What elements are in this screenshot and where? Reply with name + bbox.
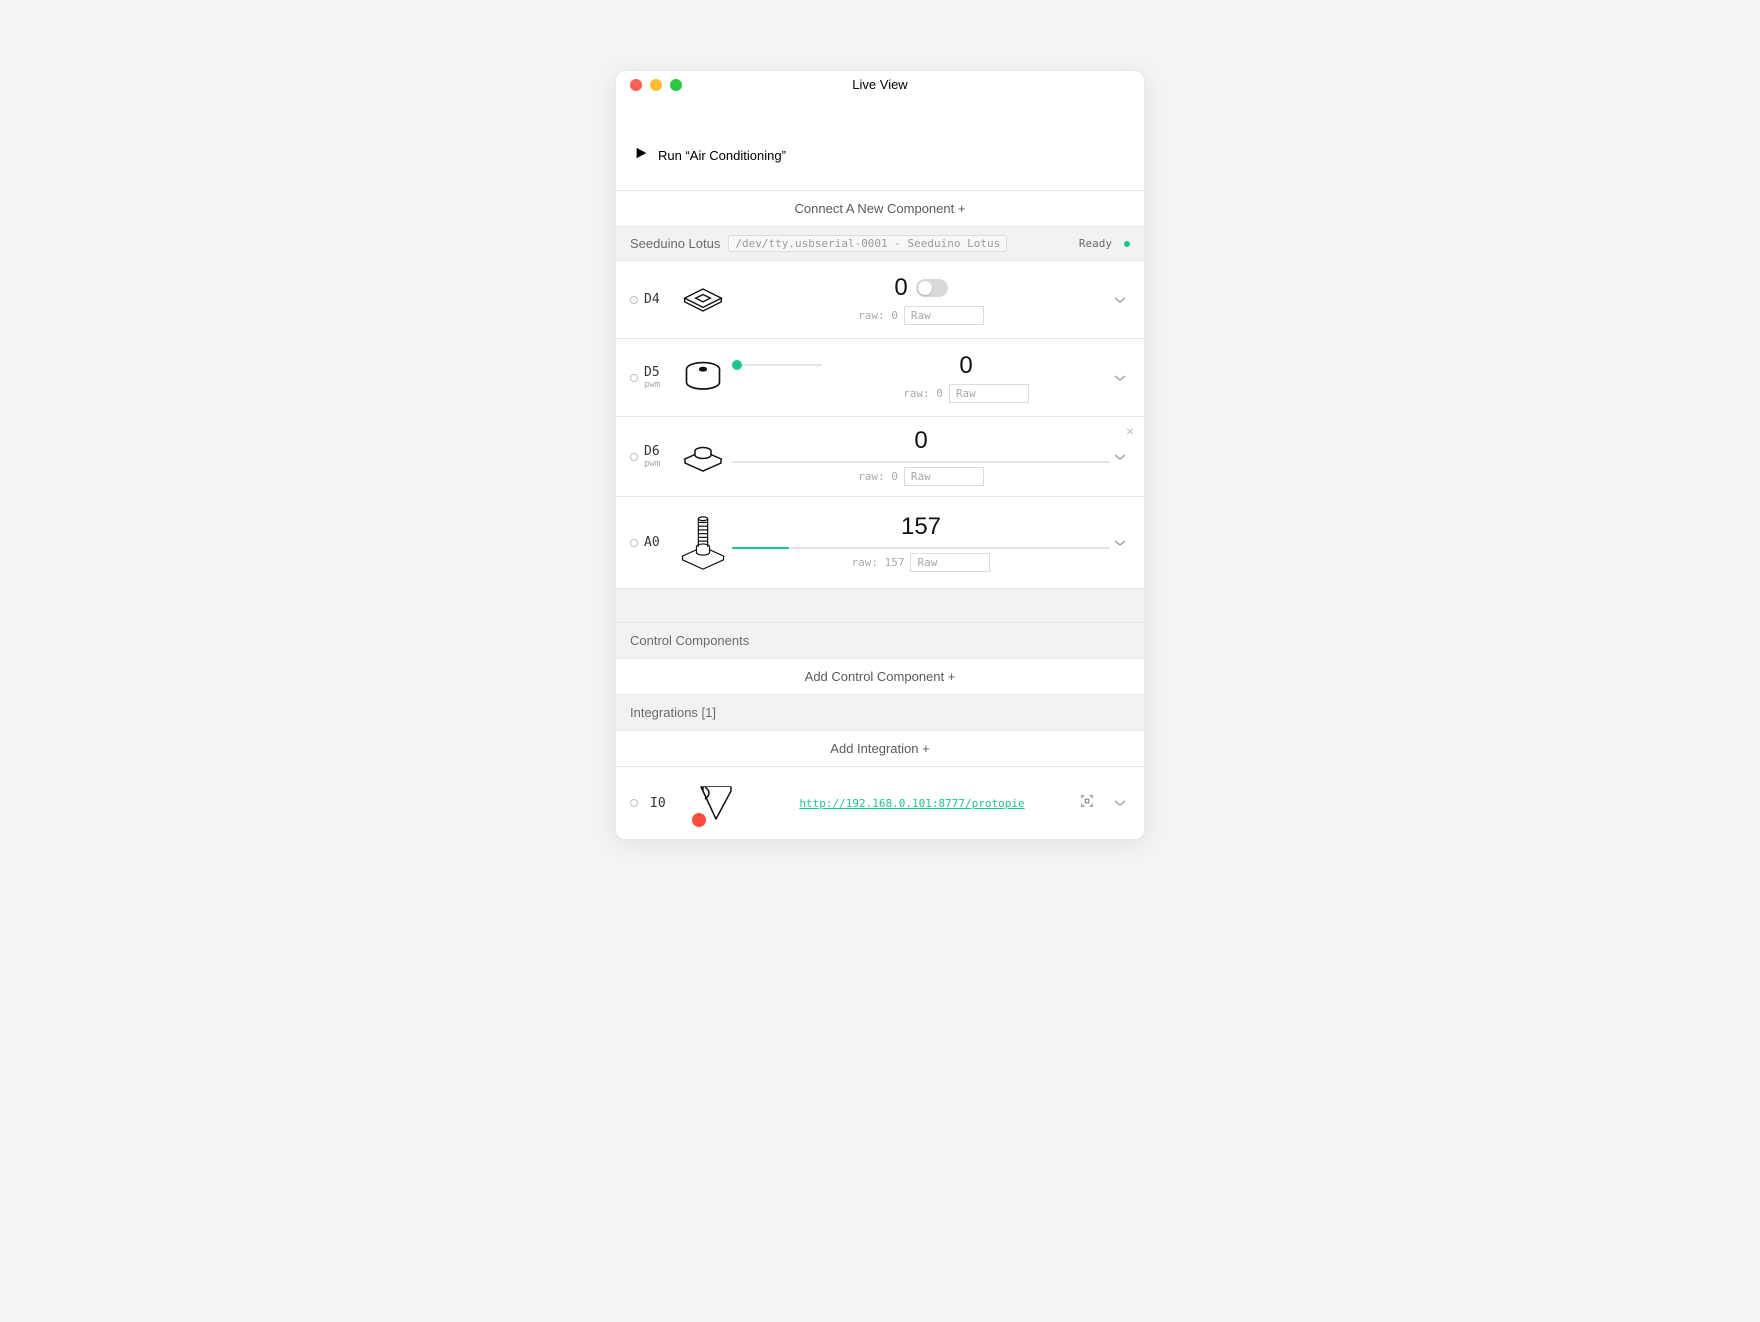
pin-select-a0[interactable] — [630, 539, 638, 547]
potentiometer-icon — [674, 515, 732, 571]
device-header: Seeduino Lotus /dev/tty.usbserial-0001 -… — [616, 227, 1144, 261]
pin-row-d4: D4 0 raw: 0 — [616, 261, 1144, 339]
buzzer-icon — [674, 356, 732, 400]
chevron-down-icon[interactable] — [1110, 291, 1130, 309]
device-name: Seeduino Lotus — [630, 236, 720, 251]
status-error-badge — [692, 813, 706, 827]
pin-slider-d5[interactable] — [732, 364, 822, 366]
integration-row: I0 http://192.168.0.101:8777/protopie — [616, 767, 1144, 839]
pin-label-d4: D4 — [644, 292, 674, 307]
pad-icon — [674, 278, 732, 322]
device-status: Ready — [1079, 237, 1112, 250]
integration-url-wrap: http://192.168.0.101:8777/protopie — [750, 794, 1074, 812]
run-label: Run “Air Conditioning” — [658, 148, 786, 163]
pin-raw-mode-d4[interactable] — [904, 306, 984, 325]
control-components-header: Control Components — [616, 623, 1144, 659]
expand-icon[interactable] — [1080, 794, 1096, 813]
pin-value-d5: 0 — [959, 352, 972, 380]
chevron-down-icon[interactable] — [1110, 534, 1130, 552]
app-window: Live View Run “Air Conditioning” Connect… — [615, 70, 1145, 840]
device-path[interactable]: /dev/tty.usbserial-0001 - Seeduino Lotus — [728, 235, 1007, 252]
pin-raw-mode-a0[interactable] — [910, 553, 990, 572]
pin-select-d5[interactable] — [630, 374, 638, 382]
integration-label: I0 — [650, 796, 680, 811]
integrations-header: Integrations [1] — [616, 695, 1144, 731]
integration-select[interactable] — [630, 799, 638, 807]
protopie-icon — [686, 781, 744, 825]
pin-label-d6: D6 — [644, 444, 674, 459]
chevron-down-icon[interactable] — [1110, 369, 1130, 387]
window-title: Live View — [616, 77, 1144, 92]
pin-slider-d6[interactable] — [732, 461, 1110, 463]
pin-raw-label-d4: raw: 0 — [858, 309, 898, 322]
add-control-component-button[interactable]: Add Control Component + — [616, 659, 1144, 695]
chevron-down-icon[interactable] — [1110, 794, 1130, 812]
pin-select-d4[interactable] — [630, 296, 638, 304]
pin-sublabel-d6: pwm — [644, 459, 674, 469]
pin-toggle-d4[interactable] — [916, 279, 948, 297]
add-integration-button[interactable]: Add Integration + — [616, 731, 1144, 767]
status-dot-icon — [1124, 241, 1130, 247]
pin-slider-a0[interactable] — [732, 547, 1110, 549]
integration-url-link[interactable]: http://192.168.0.101:8777/protopie — [799, 797, 1024, 810]
pin-raw-mode-d6[interactable] — [904, 467, 984, 486]
pin-row-a0: A0 157 — [616, 497, 1144, 589]
pin-value-d4: 0 — [894, 274, 907, 302]
run-prototype-button[interactable]: Run “Air Conditioning” — [616, 99, 1144, 191]
pin-value-a0: 157 — [901, 513, 941, 541]
connect-label: Connect A New Component + — [795, 201, 966, 216]
pin-raw-label-a0: raw: 157 — [852, 556, 905, 569]
play-icon — [634, 146, 648, 165]
chevron-down-icon[interactable] — [1110, 448, 1130, 466]
pin-raw-mode-d5[interactable] — [949, 384, 1029, 403]
pin-value-d6: 0 — [914, 427, 927, 455]
close-icon[interactable]: × — [1126, 423, 1134, 439]
pin-row-d6: × D6 pwm 0 raw: 0 — [616, 417, 1144, 497]
spacer-row — [616, 589, 1144, 623]
pin-raw-label-d6: raw: 0 — [858, 470, 898, 483]
button-component-icon — [674, 435, 732, 479]
pin-row-d5: D5 pwm 0 — [616, 339, 1144, 417]
titlebar: Live View — [616, 71, 1144, 99]
pin-select-d6[interactable] — [630, 453, 638, 461]
pin-label-a0: A0 — [644, 535, 674, 550]
pin-sublabel-d5: pwm — [644, 380, 674, 390]
connect-component-button[interactable]: Connect A New Component + — [616, 191, 1144, 227]
pin-label-d5: D5 — [644, 365, 674, 380]
pin-raw-label-d5: raw: 0 — [903, 387, 943, 400]
